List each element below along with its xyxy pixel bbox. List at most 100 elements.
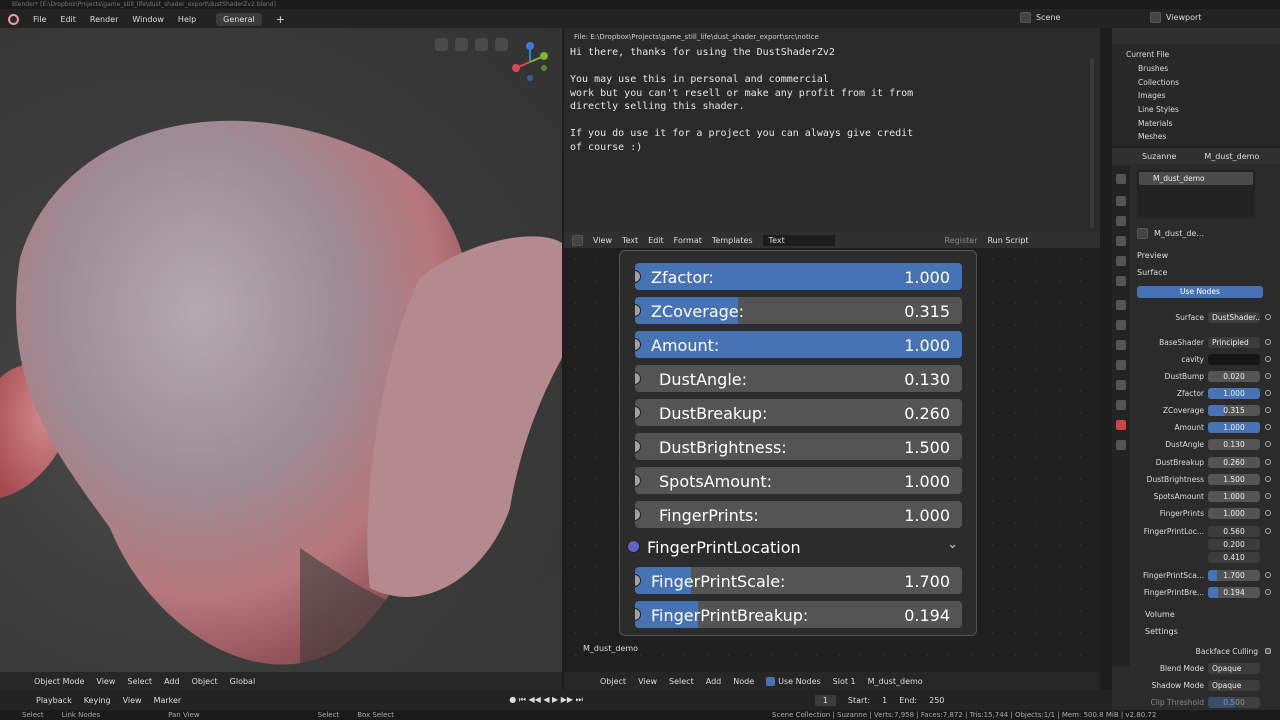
shader-type-dropdown[interactable]: Object: [600, 677, 626, 686]
prop-fingerprintbreakup[interactable]: FingerPrintBre... 0.194: [1132, 587, 1272, 599]
text-editor[interactable]: File: E:\Dropbox\Projects\game_still_lif…: [564, 28, 1100, 232]
current-frame-field[interactable]: 1: [814, 694, 836, 706]
vp-menu-view[interactable]: View: [96, 677, 115, 686]
outliner-brushes[interactable]: Brushes: [1138, 64, 1168, 73]
link-dot-icon[interactable]: [1265, 441, 1271, 447]
text-datablock-field[interactable]: Text: [762, 234, 835, 246]
vp-menu-object[interactable]: Object: [192, 677, 218, 686]
link-dot-icon[interactable]: [1265, 493, 1271, 499]
prop-value[interactable]: 1.000: [1208, 491, 1260, 502]
prop-amount[interactable]: Amount 1.000: [1132, 422, 1272, 434]
use-nodes-checkbox[interactable]: Use Nodes: [766, 676, 821, 686]
prop-value[interactable]: 0.560: [1208, 526, 1260, 537]
prop-zcoverage[interactable]: ZCoverage 0.315: [1132, 405, 1272, 417]
start-frame-field[interactable]: 1: [882, 696, 887, 705]
scene-tab-icon[interactable]: [1116, 256, 1126, 266]
prop-value[interactable]: 1.000: [1208, 422, 1260, 433]
prop-value[interactable]: 1.700: [1208, 570, 1260, 581]
prop-value[interactable]: 0.260: [1208, 457, 1260, 468]
prop-baseshader[interactable]: BaseShader Principled B...: [1132, 337, 1272, 349]
material-selector[interactable]: M_dust_de...: [1137, 228, 1204, 239]
texture-tab-icon[interactable]: [1116, 440, 1126, 450]
orientation-dropdown[interactable]: Global: [230, 677, 256, 686]
add-workspace-icon[interactable]: +: [276, 13, 285, 26]
link-dot-icon[interactable]: [1265, 528, 1271, 534]
prop-fingerprintloc-z[interactable]: 0.410: [1132, 552, 1272, 564]
tab-general[interactable]: General: [216, 12, 262, 26]
surface-panel[interactable]: Surface: [1137, 268, 1167, 277]
blender-logo-icon[interactable]: [8, 13, 19, 25]
prop-value[interactable]: 0.410: [1208, 552, 1260, 563]
hand-pan-icon[interactable]: [475, 38, 488, 51]
ne-menu-add[interactable]: Add: [706, 677, 722, 686]
node-row-fingerprintlocation[interactable]: FingerPrintLocation ⌄: [627, 533, 962, 560]
prop-zfactor[interactable]: Zfactor 1.000: [1132, 388, 1272, 400]
link-dot-icon[interactable]: [1265, 390, 1271, 396]
particles-tab-icon[interactable]: [1116, 340, 1126, 350]
node-row-dustbrightness[interactable]: DustBrightness: 1.500: [635, 433, 962, 460]
prop-dustangle[interactable]: DustAngle 0.130: [1132, 439, 1272, 451]
editor-type-icon[interactable]: [572, 234, 583, 246]
prop-value[interactable]: 0.130: [1208, 439, 1260, 450]
prop-value[interactable]: DustShader...: [1208, 312, 1260, 323]
text-menu-templates[interactable]: Templates: [712, 236, 753, 245]
link-dot-icon[interactable]: [1265, 476, 1271, 482]
input-socket[interactable]: [635, 474, 641, 487]
prop-value[interactable]: Opaque: [1208, 663, 1260, 674]
tl-marker[interactable]: Marker: [154, 696, 182, 705]
register-checkbox[interactable]: Register: [945, 236, 978, 245]
prop-surface[interactable]: Surface DustShader...: [1132, 312, 1272, 324]
data-tab-icon[interactable]: [1116, 400, 1126, 410]
menu-file[interactable]: File: [33, 15, 46, 24]
prop-value[interactable]: 0.020: [1208, 371, 1260, 382]
outliner-linestyles[interactable]: Line Styles: [1138, 105, 1179, 114]
prop-fingerprintscale[interactable]: FingerPrintSca... 1.700: [1132, 570, 1272, 582]
link-dot-icon[interactable]: [1265, 356, 1271, 362]
material-field[interactable]: M_dust_demo: [868, 677, 923, 686]
volume-panel[interactable]: Volume: [1145, 610, 1175, 619]
input-socket[interactable]: [635, 508, 641, 521]
ne-menu-node[interactable]: Node: [733, 677, 754, 686]
node-row-fingerprintbreakup[interactable]: FingerPrintBreakup: 0.194: [635, 601, 962, 628]
prop-fingerprints[interactable]: FingerPrints 1.000: [1132, 508, 1272, 520]
object-tab-icon[interactable]: [1116, 300, 1126, 310]
playback-controls-icon[interactable]: ● ⏮ ◀◀ ◀ ▶ ▶▶ ⏭: [509, 695, 583, 705]
constraints-tab-icon[interactable]: [1116, 380, 1126, 390]
link-dot-icon[interactable]: [1265, 373, 1271, 379]
tool-tab-icon[interactable]: [1116, 174, 1126, 184]
tl-playback[interactable]: Playback: [36, 696, 72, 705]
node-row-dustbreakup[interactable]: DustBreakup: 0.260: [635, 399, 962, 426]
prop-dustbrightness[interactable]: DustBrightness 1.500: [1132, 474, 1272, 486]
prop-cavity[interactable]: cavity: [1132, 354, 1272, 366]
input-socket[interactable]: [635, 372, 641, 385]
link-dot-icon[interactable]: [1265, 459, 1271, 465]
3d-viewport[interactable]: [0, 28, 562, 672]
outliner-title[interactable]: Current File: [1126, 50, 1169, 59]
outliner-materials[interactable]: Materials: [1138, 119, 1172, 128]
slot-dropdown[interactable]: Slot 1: [833, 677, 856, 686]
node-row-spotsamount[interactable]: SpotsAmount: 1.000: [635, 467, 962, 494]
menu-edit[interactable]: Edit: [60, 15, 76, 24]
material-slot-item[interactable]: M_dust_demo: [1139, 172, 1253, 185]
use-nodes-button[interactable]: Use Nodes: [1137, 286, 1263, 298]
prop-value[interactable]: 0.500: [1208, 697, 1260, 708]
world-tab-icon[interactable]: [1116, 276, 1126, 286]
node-row-fingerprintscale[interactable]: FingerPrintScale: 1.700: [635, 567, 962, 594]
modifier-tab-icon[interactable]: [1116, 320, 1126, 330]
ne-menu-select[interactable]: Select: [669, 677, 694, 686]
prop-fingerprintloc-y[interactable]: 0.200: [1132, 539, 1272, 551]
prop-value[interactable]: 1.500: [1208, 474, 1260, 485]
prop-value[interactable]: 0.315: [1208, 405, 1260, 416]
outliner-collections[interactable]: Collections: [1138, 78, 1179, 87]
node-row-dustangle[interactable]: DustAngle: 0.130: [635, 365, 962, 392]
prop-clipthreshold[interactable]: Clip Threshold 0.500: [1132, 697, 1272, 709]
material-tab-icon[interactable]: [1116, 420, 1126, 430]
link-dot-icon[interactable]: [1265, 589, 1271, 595]
preview-panel[interactable]: Preview: [1137, 251, 1168, 260]
scene-selector[interactable]: Scene: [1020, 12, 1060, 23]
prop-value[interactable]: Principled B...: [1208, 337, 1260, 348]
grid-icon[interactable]: [435, 38, 448, 51]
settings-panel[interactable]: Settings: [1145, 627, 1178, 636]
text-menu-text[interactable]: Text: [622, 236, 638, 245]
prop-shadowmode[interactable]: Shadow Mode Opaque: [1132, 680, 1272, 692]
